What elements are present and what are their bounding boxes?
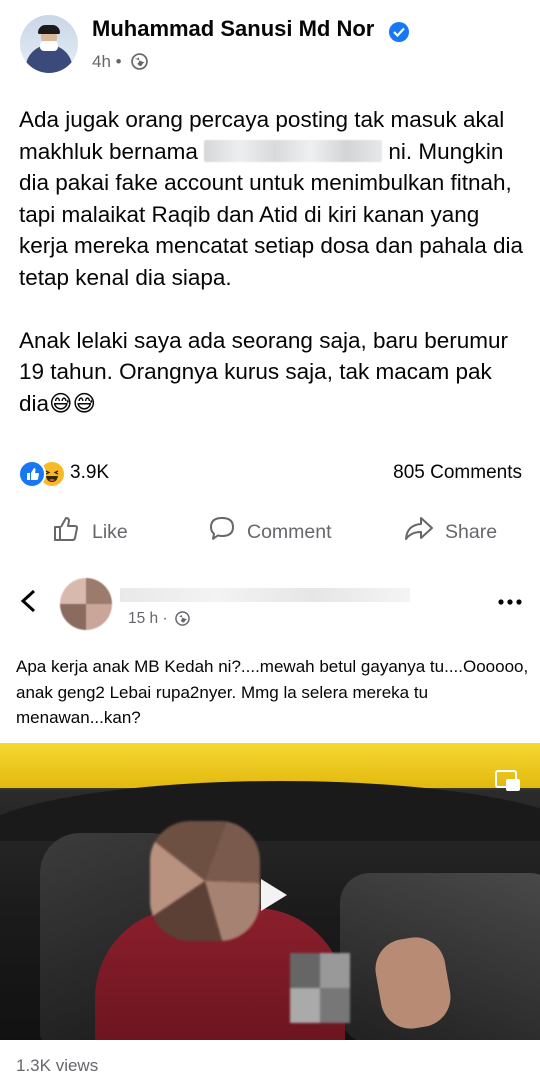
globe-icon: [131, 53, 148, 75]
shared-post-timestamp[interactable]: 15 h ·: [128, 610, 168, 628]
post-timestamp[interactable]: 4h •: [92, 52, 122, 72]
post-body: Ada jugak orang percaya posting tak masu…: [19, 104, 524, 451]
blurred-shared-author-name: [120, 588, 410, 602]
pixelated-object: [290, 953, 350, 1023]
comment-button[interactable]: Comment: [207, 512, 332, 552]
shared-post-text: Apa kerja anak MB Kedah ni?....mewah bet…: [16, 657, 529, 727]
verified-badge-icon: [389, 22, 409, 42]
share-label: Share: [445, 520, 498, 543]
share-button[interactable]: Share: [403, 512, 497, 552]
comment-label: Comment: [247, 520, 332, 543]
shared-post-time-text: 15 h: [128, 610, 159, 627]
picture-in-picture-icon[interactable]: [494, 767, 522, 800]
author-avatar[interactable]: [20, 15, 78, 73]
share-icon: [403, 514, 435, 550]
play-icon[interactable]: [253, 875, 293, 920]
globe-icon: [175, 611, 190, 631]
post-time-text: 4h: [92, 52, 111, 71]
pixelated-face: [150, 821, 260, 941]
shared-author-avatar[interactable]: [60, 578, 112, 630]
like-reaction-icon[interactable]: [18, 460, 46, 488]
back-arrow-icon[interactable]: [18, 588, 40, 619]
car-window-frame: [0, 781, 540, 841]
more-icon[interactable]: [498, 593, 522, 611]
blurred-name: [204, 139, 383, 162]
post-paragraph-1: Ada jugak orang percaya posting tak masu…: [19, 104, 524, 293]
avatar-mask: [40, 41, 58, 51]
comments-count[interactable]: 805 Comments: [393, 462, 522, 484]
avatar-hair: [38, 25, 60, 34]
comment-icon: [207, 514, 237, 550]
author-name[interactable]: Muhammad Sanusi Md Nor: [92, 16, 374, 42]
like-icon: [52, 514, 82, 550]
like-label: Like: [92, 520, 128, 543]
like-button[interactable]: Like: [52, 512, 128, 552]
reaction-count[interactable]: 3.9K: [70, 462, 109, 484]
video-views: 1.3K views: [16, 1056, 99, 1075]
video-player[interactable]: [0, 743, 540, 1040]
post-paragraph-2: Anak lelaki saya ada seorang saja, baru …: [19, 327, 509, 416]
